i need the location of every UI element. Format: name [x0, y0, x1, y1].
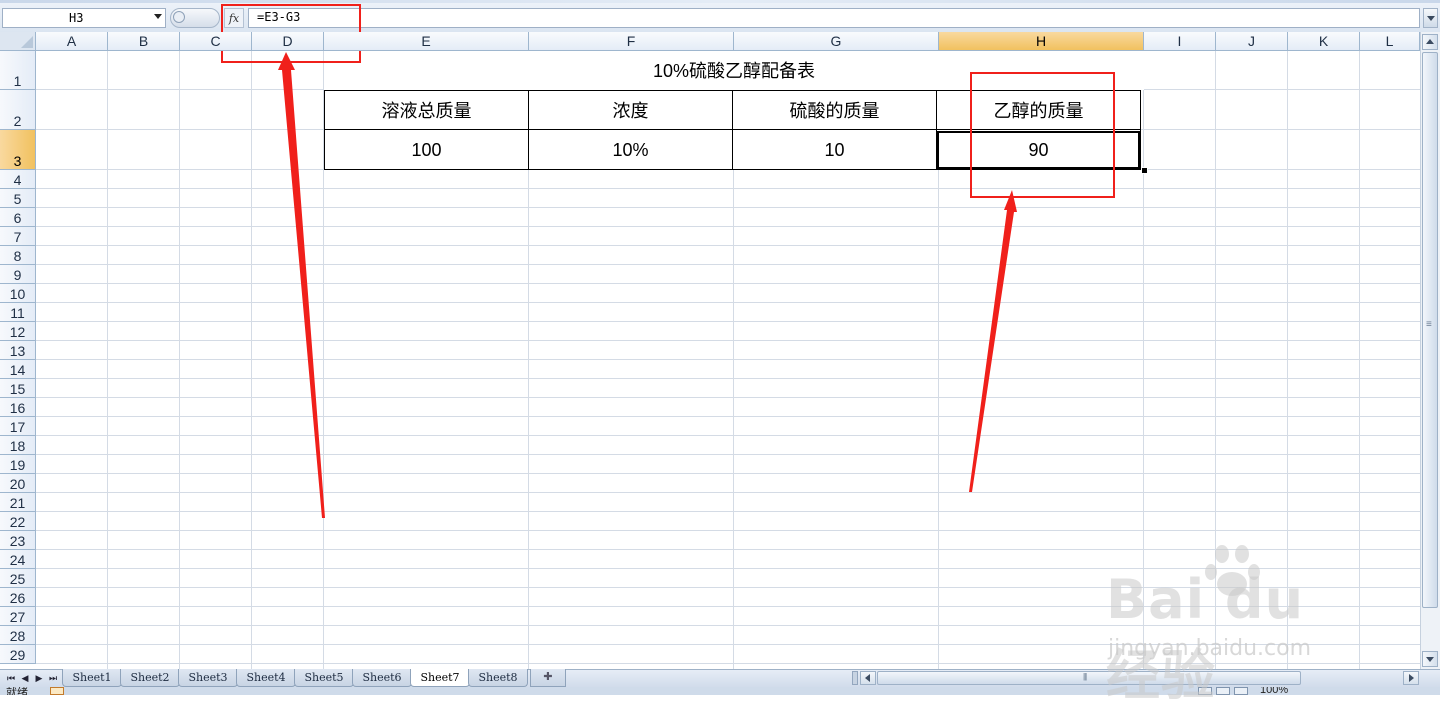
row-header-4[interactable]: 4	[0, 170, 36, 189]
sheet-tab-sheet1[interactable]: Sheet1	[62, 669, 122, 687]
row-header-27[interactable]: 27	[0, 607, 36, 626]
sheet-tab-sheet3[interactable]: Sheet3	[178, 669, 238, 687]
row-header-18[interactable]: 18	[0, 436, 36, 455]
row-header-12[interactable]: 12	[0, 322, 36, 341]
row-header-17[interactable]: 17	[0, 417, 36, 436]
row-header-8[interactable]: 8	[0, 246, 36, 265]
row-header-26[interactable]: 26	[0, 588, 36, 607]
row-header-16[interactable]: 16	[0, 398, 36, 417]
row-header-11[interactable]: 11	[0, 303, 36, 322]
column-header-b[interactable]: B	[108, 32, 180, 51]
column-header-k[interactable]: K	[1288, 32, 1360, 51]
sheet-tab-sheet4[interactable]: Sheet4	[236, 669, 296, 687]
column-header-d[interactable]: D	[252, 32, 324, 51]
column-header-c[interactable]: C	[180, 32, 252, 51]
sheet-tab-sheet2[interactable]: Sheet2	[120, 669, 180, 687]
row-header-7[interactable]: 7	[0, 227, 36, 246]
column-header-i[interactable]: I	[1144, 32, 1216, 51]
column-header-j[interactable]: J	[1216, 32, 1288, 51]
sheet-tab-sheet6[interactable]: Sheet6	[352, 669, 412, 687]
column-header-f[interactable]: F	[529, 32, 734, 51]
sheet-tab-sheet5[interactable]: Sheet5	[294, 669, 354, 687]
row-header-23[interactable]: 23	[0, 531, 36, 550]
row-header-5[interactable]: 5	[0, 189, 36, 208]
annotation-arrows	[278, 52, 1017, 518]
row-header-2[interactable]: 2	[0, 90, 36, 130]
sheet-tab-sheet8[interactable]: Sheet8	[468, 669, 528, 687]
row-header-1[interactable]: 1	[0, 51, 36, 90]
column-header-l[interactable]: L	[1360, 32, 1420, 51]
row-header-20[interactable]: 20	[0, 474, 36, 493]
row-header-15[interactable]: 15	[0, 379, 36, 398]
row-header-29[interactable]: 29	[0, 645, 36, 664]
arrow-to-result	[969, 190, 1017, 492]
column-header-e[interactable]: E	[324, 32, 529, 51]
row-header-14[interactable]: 14	[0, 360, 36, 379]
column-header-h[interactable]: H	[939, 32, 1144, 51]
row-header-21[interactable]: 21	[0, 493, 36, 512]
sheet-tab-sheet7[interactable]: Sheet7	[410, 669, 470, 687]
column-header-g[interactable]: G	[734, 32, 939, 51]
row-header-24[interactable]: 24	[0, 550, 36, 569]
row-header-22[interactable]: 22	[0, 512, 36, 531]
row-header-3[interactable]: 3	[0, 130, 36, 170]
row-header-19[interactable]: 19	[0, 455, 36, 474]
column-header-a[interactable]: A	[36, 32, 108, 51]
row-header-10[interactable]: 10	[0, 284, 36, 303]
row-header-9[interactable]: 9	[0, 265, 36, 284]
row-header-6[interactable]: 6	[0, 208, 36, 227]
row-header-28[interactable]: 28	[0, 626, 36, 645]
row-header-13[interactable]: 13	[0, 341, 36, 360]
arrow-to-formula	[278, 52, 325, 518]
row-header-25[interactable]: 25	[0, 569, 36, 588]
